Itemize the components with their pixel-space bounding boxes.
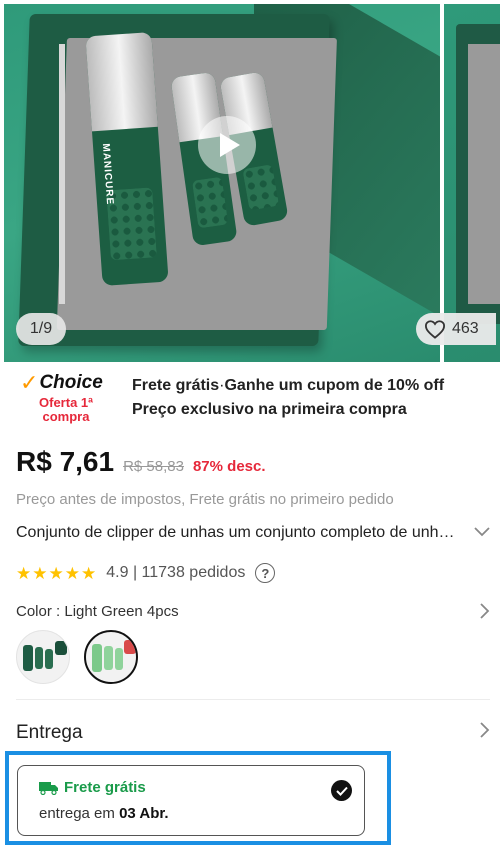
choice-logo: ✓ Choice Oferta 1ª compra [20,372,120,424]
divider [16,699,490,700]
delivery-section-header[interactable]: Entrega [16,721,490,744]
star-icon: ★ [32,563,48,583]
color-swatch-light-green[interactable] [84,630,138,684]
color-selector-row[interactable]: Color : Light Green 4pcs [16,603,490,621]
star-icon: ★ [81,563,97,583]
next-image-peek[interactable] [444,4,500,362]
chevron-down-icon[interactable] [474,524,490,542]
wishlist-button[interactable]: 463 [416,313,496,345]
product-title: Conjunto de clipper de unhas um conjunto… [16,524,456,541]
coupon-label: Ganhe um cupom de 10% off [224,377,445,394]
delivery-title: Entrega [16,721,83,743]
truck-icon [39,781,59,795]
like-count: 463 [452,320,479,337]
clipper-label: MANICURE [99,143,116,206]
star-icon: ★ [16,563,32,583]
color-swatch-dark-green[interactable] [16,630,70,684]
star-icon: ★ [48,563,64,583]
play-icon[interactable] [198,116,256,174]
check-mark-icon: ✓ [20,370,39,395]
color-label: Color [16,603,52,620]
current-price: R$ 7,61 [16,446,115,477]
product-image[interactable]: MANICURE [4,4,440,362]
color-swatches [16,630,138,684]
shipping-option-title: Frete grátis [64,779,146,796]
selected-check-icon [331,780,352,801]
star-rating: ★ ★ ★ ★ ★ [16,565,96,582]
color-value: Light Green 4pcs [64,603,179,620]
price-row: R$ 7,61 R$ 58,83 87% desc. [16,446,266,478]
choice-banner[interactable]: ✓ Choice Oferta 1ª compra Frete grátis·G… [0,368,500,426]
exclusive-price-label: Preço exclusivo na primeira compra [132,401,407,418]
tax-note: Preço antes de impostos, Frete grátis no… [16,491,394,508]
chevron-right-icon[interactable] [480,603,490,621]
product-title-row[interactable]: Conjunto de clipper de unhas um conjunto… [16,524,490,542]
question-icon[interactable]: ? [255,563,276,583]
discount-badge: 87% desc. [192,458,266,475]
free-shipping-label: Frete grátis [132,377,220,394]
rating-summary: 4.9 | 11738 pedidos [106,564,246,581]
star-icon: ★ [64,563,80,583]
heart-icon [424,319,446,339]
first-purchase-offer: Oferta 1ª compra [39,395,93,424]
rating-row[interactable]: ★ ★ ★ ★ ★ 4.9 | 11738 pedidos ? [16,563,276,583]
delivery-date: entrega em 03 Abr. [39,805,169,822]
image-gallery[interactable]: MANICURE 1/9 463 [0,0,500,362]
image-counter: 1/9 [16,313,66,345]
shipping-option-card[interactable]: Frete grátis entrega em 03 Abr. [17,765,365,836]
chevron-right-icon[interactable] [480,721,490,744]
choice-brand-label: Choice [39,372,103,393]
delivery-date-value: 03 Abr. [119,805,169,822]
original-price: R$ 58,83 [123,458,184,475]
